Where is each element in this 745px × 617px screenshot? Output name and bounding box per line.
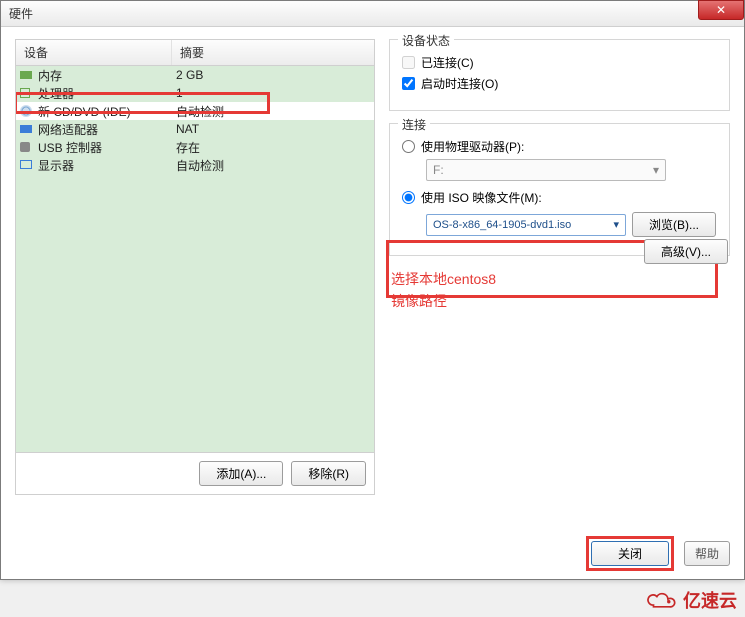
use-physical-radio-row[interactable]: 使用物理驱动器(P): <box>402 138 717 155</box>
device-table: 设备 摘要 内存 2 GB 处理器 1 新 CD/DVD (IDE) 自动检测 … <box>16 40 374 452</box>
close-button[interactable]: 关闭 <box>591 541 669 566</box>
display-icon <box>20 160 32 169</box>
connection-group: 连接 使用物理驱动器(P): F: ▾ 使用 ISO 映像文件(M): OS-8… <box>389 123 730 256</box>
advanced-button[interactable]: 高级(V)... <box>644 239 728 264</box>
hardware-dialog: 硬件 ✕ 设备 摘要 内存 2 GB 处理器 1 新 CD/DVD (IDE <box>0 0 745 580</box>
help-button[interactable]: 帮助 <box>684 541 730 566</box>
physical-drive-select[interactable]: F: ▾ <box>426 159 666 181</box>
device-name: 处理器 <box>38 87 74 101</box>
device-summary: 2 GB <box>172 68 374 82</box>
use-physical-label: 使用物理驱动器(P): <box>421 138 524 155</box>
device-summary: NAT <box>172 122 374 136</box>
browse-button[interactable]: 浏览(B)... <box>632 212 716 237</box>
annotation-line: 镜像路径 <box>391 290 730 312</box>
device-summary: 自动检测 <box>172 157 374 174</box>
annotation-highlight-close: 关闭 <box>586 536 674 571</box>
add-device-button[interactable]: 添加(A)... <box>199 461 283 486</box>
table-row[interactable]: 内存 2 GB <box>16 66 374 84</box>
dialog-footer: 关闭 帮助 <box>586 536 730 571</box>
usb-icon <box>20 142 30 152</box>
device-status-group: 设备状态 已连接(C) 启动时连接(O) <box>389 39 730 111</box>
connected-checkbox-row[interactable]: 已连接(C) <box>402 54 717 71</box>
connected-label: 已连接(C) <box>421 54 474 71</box>
iso-file-row: OS-8-x86_64-1905-dvd1.iso ▾ 浏览(B)... <box>426 212 717 237</box>
use-iso-label: 使用 ISO 映像文件(M): <box>421 189 542 206</box>
cpu-icon <box>20 88 30 98</box>
dialog-body: 设备 摘要 内存 2 GB 处理器 1 新 CD/DVD (IDE) 自动检测 … <box>1 27 744 535</box>
connect-on-start-checkbox[interactable] <box>402 77 415 90</box>
memory-icon <box>20 71 32 79</box>
device-summary: 存在 <box>172 139 374 156</box>
drive-value: F: <box>433 163 444 177</box>
window-close-button[interactable]: ✕ <box>698 0 744 20</box>
annotation-line: 选择本地centos8 <box>391 268 730 290</box>
table-row[interactable]: 处理器 1 <box>16 84 374 102</box>
group-title: 设备状态 <box>398 32 454 49</box>
connect-on-start-label: 启动时连接(O) <box>421 75 498 92</box>
connected-checkbox[interactable] <box>402 56 415 69</box>
header-device: 设备 <box>16 40 172 65</box>
device-summary: 1 <box>172 86 374 100</box>
use-iso-radio-row[interactable]: 使用 ISO 映像文件(M): <box>402 189 717 206</box>
table-row[interactable]: 显示器 自动检测 <box>16 156 374 174</box>
iso-file-value: OS-8-x86_64-1905-dvd1.iso <box>433 219 571 231</box>
remove-device-button[interactable]: 移除(R) <box>291 461 366 486</box>
device-settings-panel: 设备状态 已连接(C) 启动时连接(O) 连接 使用物理驱动器(P): F: <box>389 39 730 495</box>
table-row-selected[interactable]: 新 CD/DVD (IDE) 自动检测 <box>16 102 374 120</box>
annotation-text: 选择本地centos8 镜像路径 <box>391 268 730 313</box>
device-list-buttons: 添加(A)... 移除(R) <box>16 452 374 494</box>
table-row[interactable]: 网络适配器 NAT <box>16 120 374 138</box>
chevron-down-icon: ▾ <box>653 163 659 177</box>
table-row[interactable]: USB 控制器 存在 <box>16 138 374 156</box>
network-icon <box>20 125 32 133</box>
watermark-text: 亿速云 <box>683 587 737 613</box>
use-iso-radio[interactable] <box>402 191 415 204</box>
cd-icon <box>20 105 32 117</box>
device-name: 内存 <box>38 69 62 83</box>
device-name: 网络适配器 <box>38 123 98 137</box>
device-summary: 自动检测 <box>172 103 374 120</box>
device-name: 新 CD/DVD (IDE) <box>38 105 131 119</box>
device-list-panel: 设备 摘要 内存 2 GB 处理器 1 新 CD/DVD (IDE) 自动检测 … <box>15 39 375 495</box>
cloud-icon <box>645 589 679 611</box>
header-summary: 摘要 <box>172 40 374 65</box>
chevron-down-icon: ▾ <box>613 218 619 231</box>
connect-on-start-checkbox-row[interactable]: 启动时连接(O) <box>402 75 717 92</box>
window-title: 硬件 <box>9 7 33 21</box>
group-title: 连接 <box>398 116 430 133</box>
device-name: 显示器 <box>38 159 74 173</box>
device-name: USB 控制器 <box>38 141 102 155</box>
table-header: 设备 摘要 <box>16 40 374 66</box>
watermark: 亿速云 <box>645 587 737 613</box>
titlebar: 硬件 ✕ <box>1 1 744 27</box>
iso-file-select[interactable]: OS-8-x86_64-1905-dvd1.iso ▾ <box>426 214 626 236</box>
use-physical-radio[interactable] <box>402 140 415 153</box>
